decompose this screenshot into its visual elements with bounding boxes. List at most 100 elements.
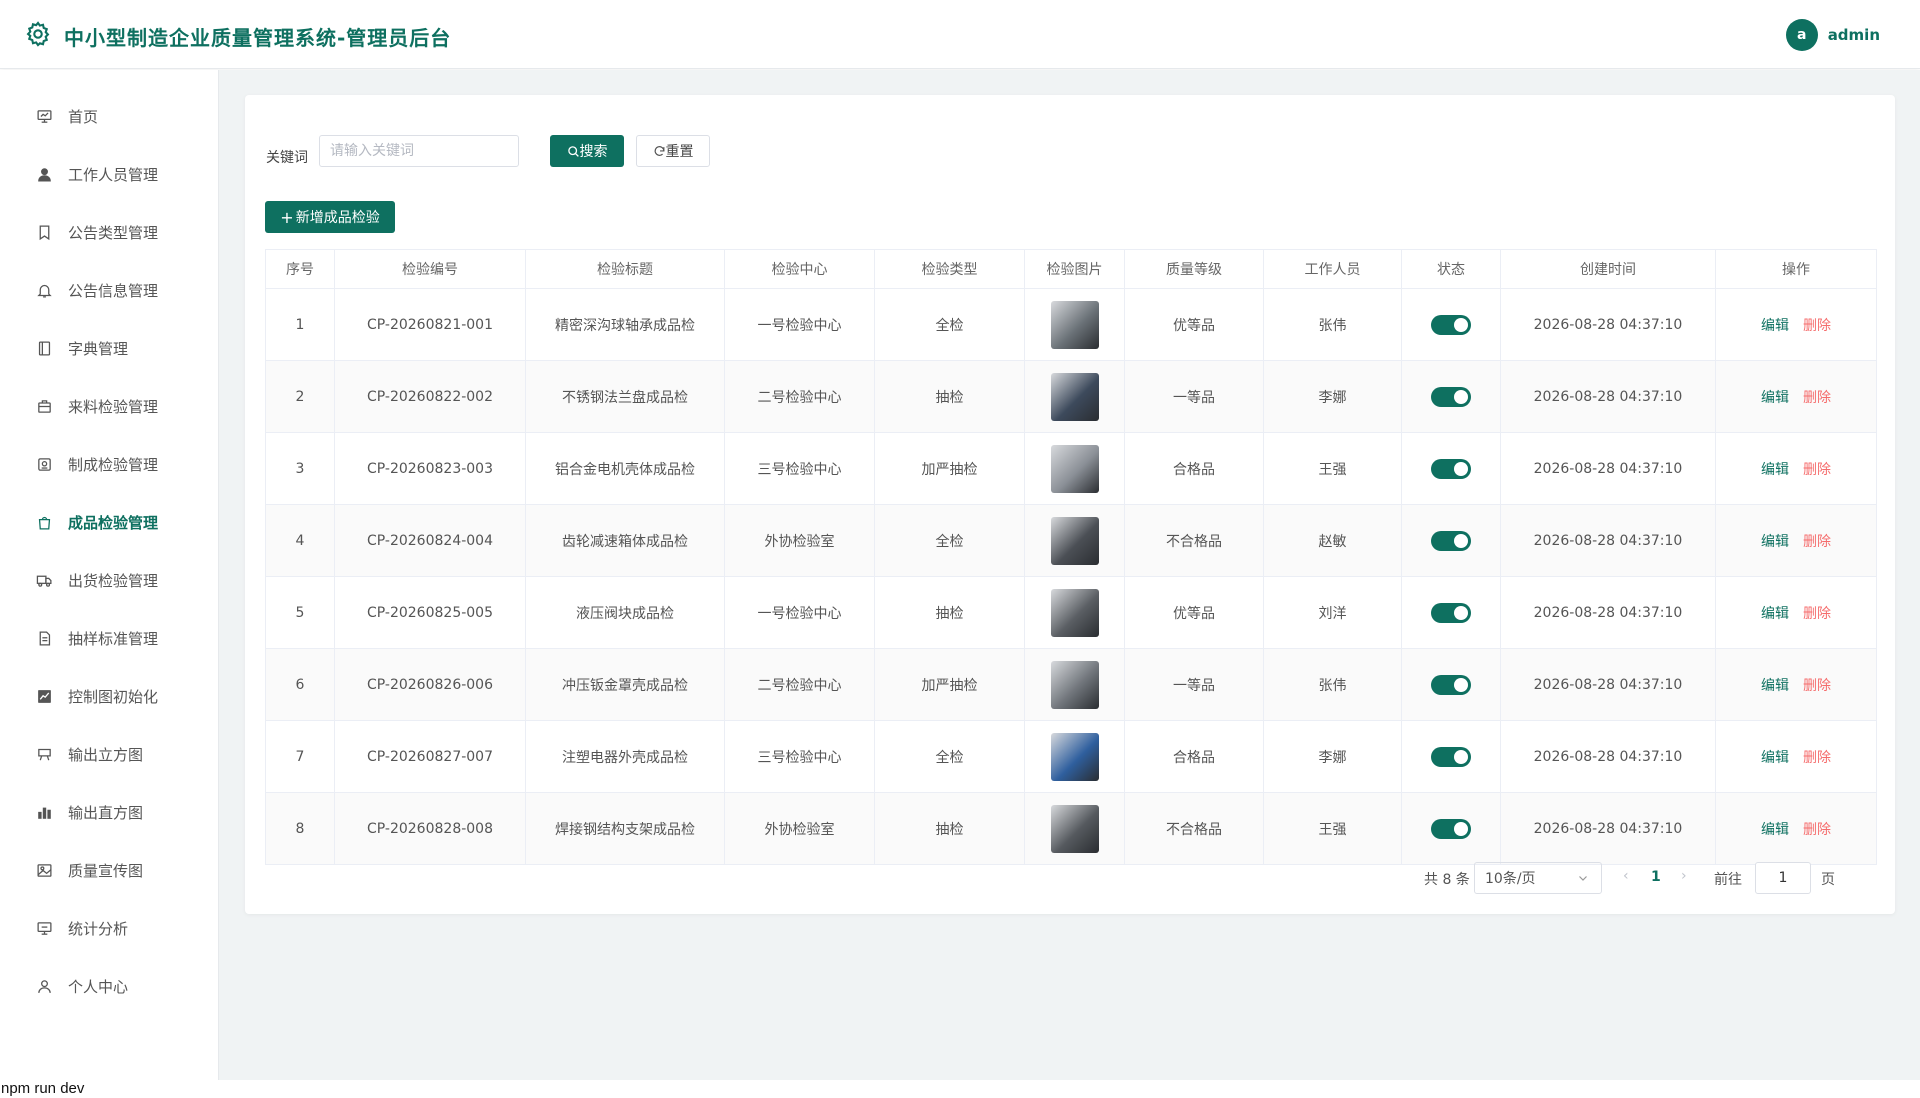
sidebar-item-14[interactable]: 质量宣传图 xyxy=(0,846,218,894)
picture-icon xyxy=(35,861,53,879)
status-toggle[interactable] xyxy=(1431,458,1471,479)
add-inspection-button[interactable]: + 新增成品检验 xyxy=(265,201,395,233)
sidebar-item-13[interactable]: 输出直方图 xyxy=(0,788,218,836)
plus-icon: + xyxy=(280,207,294,227)
inspection-thumbnail[interactable] xyxy=(1050,516,1099,565)
inspection-thumbnail[interactable] xyxy=(1050,804,1099,853)
sidebar-item-12[interactable]: 输出立方图 xyxy=(0,730,218,778)
status-toggle[interactable] xyxy=(1431,602,1471,623)
status-toggle[interactable] xyxy=(1431,818,1471,839)
column-header: 质量等级 xyxy=(1124,249,1264,289)
delete-button[interactable]: 删除 xyxy=(1803,678,1831,694)
actions-cell: 编辑 删除 xyxy=(1715,360,1877,433)
status-cell xyxy=(1401,504,1501,577)
delete-button[interactable]: 删除 xyxy=(1803,318,1831,334)
stats-icon xyxy=(35,919,53,937)
inspection-thumbnail[interactable] xyxy=(1050,372,1099,421)
column-header: 检验编号 xyxy=(334,249,526,289)
page-size-select[interactable]: 10条/页 xyxy=(1474,862,1602,894)
row-index: 6 xyxy=(265,648,335,721)
avatar[interactable]: a xyxy=(1785,19,1818,51)
status-toggle[interactable] xyxy=(1431,530,1471,551)
package-icon xyxy=(35,397,53,415)
table-row: 7 CP-20260827-007 注塑电器外壳成品检 三号检验中心 全检 合格品 李娜 20… xyxy=(265,720,1877,793)
status-toggle[interactable] xyxy=(1431,314,1471,335)
column-header: 创建时间 xyxy=(1500,249,1716,289)
sidebar-item-3[interactable]: 公告类型管理 xyxy=(0,208,218,256)
edit-button[interactable]: 编辑 xyxy=(1761,606,1789,622)
sidebar-item-6[interactable]: 来料检验管理 xyxy=(0,382,218,430)
created-time: 2026-08-28 04:37:10 xyxy=(1500,288,1716,361)
sidebar-item-10[interactable]: 抽样标准管理 xyxy=(0,614,218,662)
inspection-title: 冲压钣金罩壳成品检 xyxy=(525,648,725,721)
inspection-thumbnail[interactable] xyxy=(1050,588,1099,637)
inspection-thumbnail[interactable] xyxy=(1050,444,1099,493)
edit-button[interactable]: 编辑 xyxy=(1761,822,1789,838)
sidebar-item-7[interactable]: 制成检验管理 xyxy=(0,440,218,488)
sidebar-item-16[interactable]: 个人中心 xyxy=(0,962,218,1010)
created-time: 2026-08-28 04:37:10 xyxy=(1500,432,1716,505)
search-icon xyxy=(567,145,579,157)
delete-button[interactable]: 删除 xyxy=(1803,822,1831,838)
username[interactable]: admin xyxy=(1828,26,1880,44)
actions-cell: 编辑 删除 xyxy=(1715,720,1877,793)
sidebar-item-label: 输出直方图 xyxy=(68,803,144,822)
edit-button[interactable]: 编辑 xyxy=(1761,390,1789,406)
inspection-center: 一号检验中心 xyxy=(724,288,875,361)
quality-grade: 不合格品 xyxy=(1124,504,1264,577)
edit-button[interactable]: 编辑 xyxy=(1761,750,1789,766)
inspection-title: 精密深沟球轴承成品检 xyxy=(525,288,725,361)
status-toggle[interactable] xyxy=(1431,674,1471,695)
keyword-input[interactable] xyxy=(319,135,519,167)
staff-name: 李娜 xyxy=(1263,360,1402,433)
delete-button[interactable]: 删除 xyxy=(1803,390,1831,406)
sidebar-item-5[interactable]: 字典管理 xyxy=(0,324,218,372)
inspection-code: CP-20260827-007 xyxy=(334,720,526,793)
inspection-type: 加严抽检 xyxy=(874,648,1025,721)
document-icon xyxy=(35,629,53,647)
keyword-label: 关键词 xyxy=(266,150,308,166)
status-toggle[interactable] xyxy=(1431,746,1471,767)
sidebar-item-label: 控制图初始化 xyxy=(68,687,159,706)
table-row: 1 CP-20260821-001 精密深沟球轴承成品检 一号检验中心 全检 优等品 张伟 2… xyxy=(265,288,1877,361)
inspection-image-cell xyxy=(1024,504,1125,577)
search-button[interactable]: 搜索 xyxy=(550,135,624,167)
bar-chart-icon xyxy=(35,803,53,821)
edit-button[interactable]: 编辑 xyxy=(1761,534,1789,550)
reset-button[interactable]: 重置 xyxy=(636,135,710,167)
created-time: 2026-08-28 04:37:10 xyxy=(1500,504,1716,577)
inspection-type: 抽检 xyxy=(874,360,1025,433)
sidebar-item-label: 抽样标准管理 xyxy=(68,629,159,648)
delete-button[interactable]: 删除 xyxy=(1803,534,1831,550)
sidebar-item-8[interactable]: 成品检验管理 xyxy=(0,498,218,546)
table-row: 6 CP-20260826-006 冲压钣金罩壳成品检 二号检验中心 加严抽检 一等品 张伟… xyxy=(265,648,1877,721)
sidebar-item-11[interactable]: 控制图初始化 xyxy=(0,672,218,720)
person-icon xyxy=(35,977,53,995)
delete-button[interactable]: 删除 xyxy=(1803,750,1831,766)
delete-button[interactable]: 删除 xyxy=(1803,462,1831,478)
inspection-thumbnail[interactable] xyxy=(1050,732,1099,781)
edit-button[interactable]: 编辑 xyxy=(1761,318,1789,334)
user-menu[interactable]: a admin xyxy=(1785,19,1880,51)
goto-page-input[interactable] xyxy=(1755,862,1811,894)
inspection-type: 加严抽检 xyxy=(874,432,1025,505)
inspection-thumbnail[interactable] xyxy=(1050,660,1099,709)
sidebar-item-2[interactable]: 工作人员管理 xyxy=(0,150,218,198)
staff-name: 张伟 xyxy=(1263,288,1402,361)
page-number-current[interactable]: 1 xyxy=(1651,869,1661,885)
next-page-button[interactable]: › xyxy=(1681,868,1687,884)
sidebar-item-4[interactable]: 公告信息管理 xyxy=(0,266,218,314)
delete-button[interactable]: 删除 xyxy=(1803,606,1831,622)
status-toggle[interactable] xyxy=(1431,386,1471,407)
status-cell xyxy=(1401,360,1501,433)
edit-button[interactable]: 编辑 xyxy=(1761,678,1789,694)
sidebar-item-9[interactable]: 出货检验管理 xyxy=(0,556,218,604)
inspection-image-cell xyxy=(1024,360,1125,433)
edit-button[interactable]: 编辑 xyxy=(1761,462,1789,478)
inspection-title: 铝合金电机壳体成品检 xyxy=(525,432,725,505)
status-cell xyxy=(1401,576,1501,649)
sidebar-item-1[interactable]: 首页 xyxy=(0,92,218,140)
prev-page-button[interactable]: ‹ xyxy=(1623,868,1629,884)
sidebar-item-15[interactable]: 统计分析 xyxy=(0,904,218,952)
inspection-thumbnail[interactable] xyxy=(1050,300,1099,349)
